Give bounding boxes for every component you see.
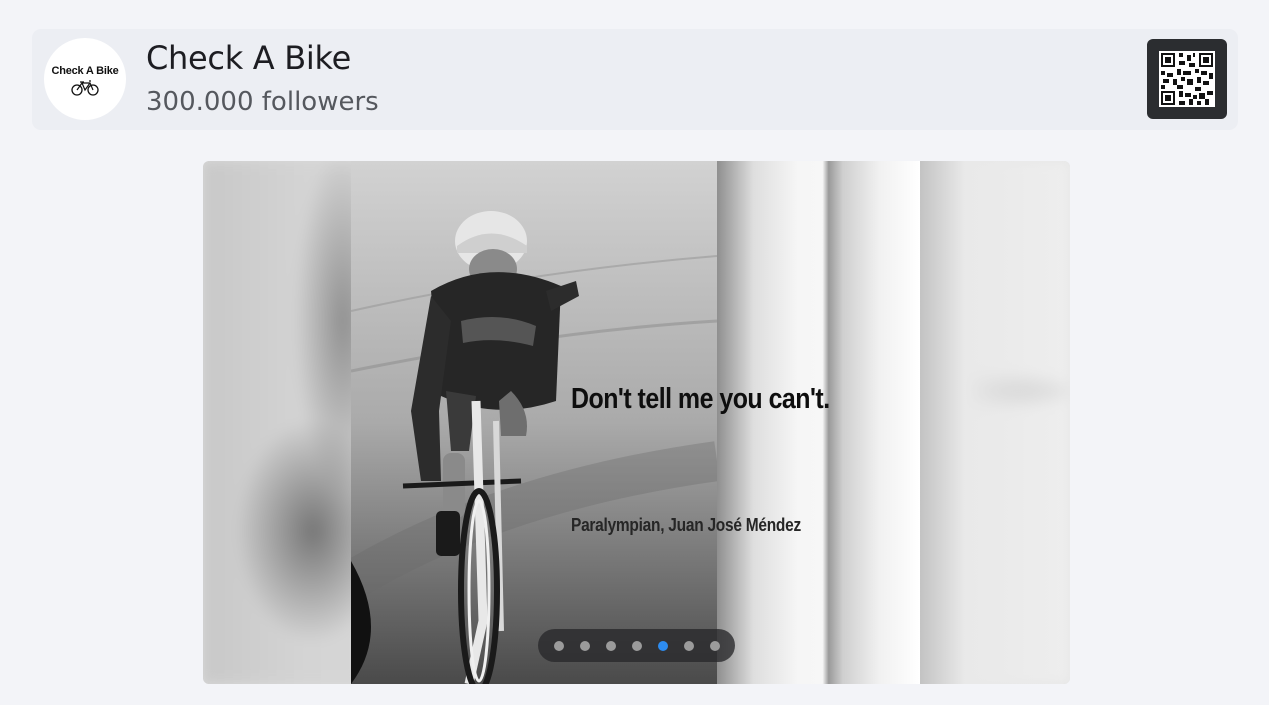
image-carousel[interactable]: Don't tell me you can't. Paralympian, Ju… [203,161,1070,684]
page-title: Check A Bike [146,39,351,77]
carousel-dot-3[interactable] [605,640,616,651]
carousel-pagination [538,629,735,662]
carousel-dot-1[interactable] [553,640,564,651]
follower-count: 300.000 followers [146,87,379,117]
carousel-dot-7[interactable] [709,640,720,651]
avatar[interactable]: Check A Bike [44,38,126,120]
carousel-dot-6[interactable] [683,640,694,651]
carousel-dot-2[interactable] [579,640,590,651]
avatar-label: Check A Bike [51,64,119,77]
next-slide-preview [920,161,1070,684]
cyclist-image [351,161,717,684]
qr-code-button[interactable] [1147,39,1227,119]
bicycle-icon [71,79,99,96]
quote-text: Don't tell me you can't. [571,383,830,415]
slide-quote-panel [717,161,920,684]
carousel-dot-4[interactable] [631,640,642,651]
slide-photo-cyclist [351,161,717,684]
profile-header: Check A Bike Check A Bike 300.000 follow… [32,29,1238,130]
quote-attribution: Paralympian, Juan José Méndez [571,515,801,535]
qr-code-icon [1159,51,1215,107]
carousel-dot-5[interactable] [657,640,668,651]
